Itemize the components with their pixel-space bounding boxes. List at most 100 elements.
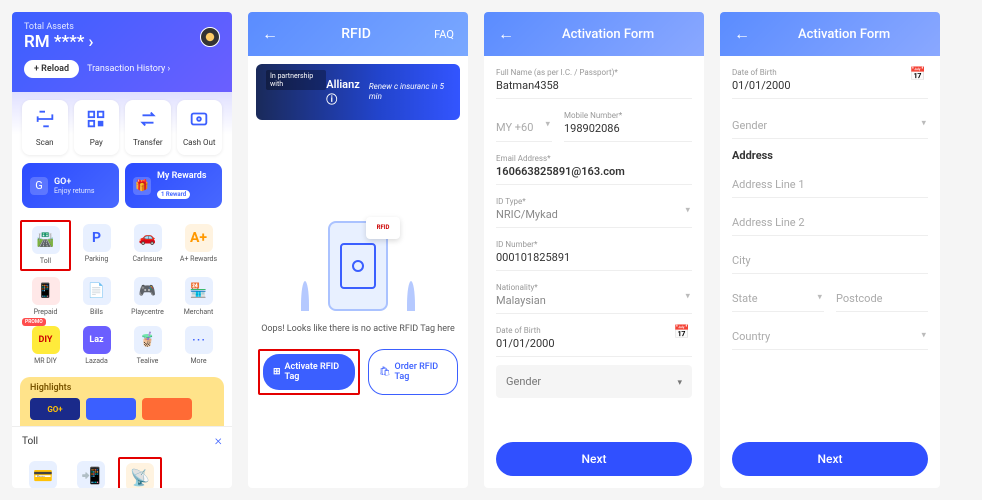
sheet-tngcard[interactable]: 💳 TNG Card — [22, 457, 64, 488]
arewards-icon: A+ — [185, 224, 213, 252]
qr-icon — [85, 108, 107, 130]
chevron-down-icon — [685, 205, 690, 216]
avatar[interactable] — [200, 27, 220, 47]
dob-field[interactable]: Date of Birth 01/01/2000 📅 — [496, 322, 692, 357]
quick-actions: Scan Pay Transfer Cash Out — [12, 92, 232, 163]
lazada-icon: Laz — [83, 326, 111, 354]
nationality-select[interactable]: Nationality* Malaysian — [496, 279, 692, 314]
highlight-card[interactable] — [142, 398, 192, 420]
cashout-icon — [188, 108, 210, 130]
transaction-history-link[interactable]: Transaction History › — [87, 64, 170, 74]
banner-tagline: Renew c insuranc in 5 min — [369, 82, 450, 101]
order-rfid-button[interactable]: 🛍 Order RFID Tag — [368, 349, 458, 395]
prepaid-icon: 📱 — [32, 277, 60, 305]
rfid-illustration: RFID — [303, 221, 413, 311]
grid-more[interactable]: ⋯ More — [173, 322, 224, 369]
country-code-select[interactable]: MY +60 — [496, 107, 552, 142]
idnumber-field[interactable]: ID Number* 000101825891 — [496, 236, 692, 271]
balance[interactable]: RM **** — [24, 32, 94, 52]
city-field[interactable]: City — [732, 244, 928, 274]
highlights-section: Highlights GO+ — [20, 377, 224, 426]
chevron-down-icon — [921, 117, 926, 128]
more-icon: ⋯ — [185, 326, 213, 354]
chevron-right-icon — [88, 32, 93, 52]
grid-merchant[interactable]: 🏪 Merchant — [173, 273, 224, 320]
banner-partner-label: In partnership with — [266, 70, 326, 90]
postcode-field[interactable]: Postcode — [836, 282, 928, 312]
chevron-down-icon — [921, 329, 926, 340]
page-title: Activation Form — [798, 27, 890, 42]
email-field[interactable]: Email Address* 160663825891@163.com — [496, 150, 692, 185]
activate-rfid-button[interactable]: ⊞ Activate RFID Tag — [263, 354, 355, 390]
back-icon[interactable]: ← — [734, 24, 750, 44]
grid-tealive[interactable]: 🧋 Tealive — [122, 322, 173, 369]
next-button[interactable]: Next — [496, 442, 692, 476]
page-title: Activation Form — [562, 27, 654, 42]
allianz-logo: Allianz ⓘ — [326, 78, 369, 107]
highlights-title: Highlights — [30, 383, 214, 393]
screen-rfid: ← RFID FAQ In partnership with Allianz ⓘ… — [248, 12, 468, 488]
grid-bills[interactable]: 📄 Bills — [71, 273, 122, 320]
gender-select[interactable]: Gender — [496, 365, 692, 398]
screen-activation-1: ← Activation Form Full Name (as per I.C.… — [484, 12, 704, 488]
grid-toll[interactable]: 🛣️ Toll — [20, 220, 71, 271]
promo-badge: PROMO — [22, 318, 46, 326]
car-icon: 🚗 — [134, 224, 162, 252]
page-title: RFID — [341, 26, 371, 42]
empty-message: Oops! Looks like there is no active RFID… — [261, 323, 455, 336]
allianz-banner[interactable]: In partnership with Allianz ⓘ Renew c in… — [256, 64, 460, 120]
screen-home: Total Assets RM **** + Reload Transactio… — [12, 12, 232, 488]
gift-icon: 🎁 — [133, 177, 151, 195]
close-icon[interactable]: × — [215, 433, 222, 449]
chevron-down-icon — [685, 291, 690, 302]
reload-button[interactable]: + Reload — [24, 60, 79, 78]
idtype-select[interactable]: ID Type* NRIC/Mykad — [496, 193, 692, 228]
address2-field[interactable]: Address Line 2 — [732, 206, 928, 236]
grid-parking[interactable]: P Parking — [71, 220, 122, 271]
address1-field[interactable]: Address Line 1 — [732, 168, 928, 198]
address-section-label: Address — [732, 149, 928, 162]
services-grid: 🛣️ Toll P Parking 🚗 CarInsure A+ A+ Rewa… — [12, 216, 232, 373]
grid-playcentre[interactable]: 🎮 Playcentre — [122, 273, 173, 320]
rfid-header: ← RFID FAQ — [248, 12, 468, 56]
state-select[interactable]: State — [732, 282, 824, 312]
transfer-icon — [137, 108, 159, 130]
pay-action[interactable]: Pay — [74, 100, 120, 155]
next-button[interactable]: Next — [732, 442, 928, 476]
back-icon[interactable]: ← — [262, 24, 278, 44]
rfid-bubble: RFID — [366, 217, 400, 239]
bills-icon: 📄 — [83, 277, 111, 305]
mobile-field[interactable]: Mobile Number* 198902086 — [564, 107, 692, 142]
grid-arewards[interactable]: A+ A+ Rewards — [173, 220, 224, 271]
scan-icon: ⊞ — [273, 367, 281, 377]
chevron-down-icon — [545, 119, 550, 130]
rfid-icon: 📡 — [126, 463, 154, 488]
sheet-rfid[interactable]: 📡 RFID — [118, 457, 162, 488]
dob-field[interactable]: Date of Birth 01/01/2000 📅 — [732, 64, 928, 99]
fullname-field[interactable]: Full Name (as per I.C. / Passport)* Batm… — [496, 64, 692, 99]
form-header: ← Activation Form — [720, 12, 940, 56]
country-select[interactable]: Country — [732, 320, 928, 350]
grid-lazada[interactable]: Laz Lazada — [71, 322, 122, 369]
sheet-title: Toll — [22, 436, 38, 447]
transfer-action[interactable]: Transfer — [125, 100, 171, 155]
cashout-action[interactable]: Cash Out — [177, 100, 223, 155]
gender-select[interactable]: Gender — [732, 107, 928, 139]
grid-mrdiy[interactable]: PROMO DIY MR DIY — [20, 322, 71, 369]
highlight-card[interactable] — [86, 398, 136, 420]
grid-carinsure[interactable]: 🚗 CarInsure — [122, 220, 173, 271]
home-header: Total Assets RM **** + Reload Transactio… — [12, 12, 232, 92]
rewards-card[interactable]: 🎁 My Rewards 1 Reward — [125, 163, 222, 208]
grid-prepaid[interactable]: 📱 Prepaid — [20, 273, 71, 320]
faq-link[interactable]: FAQ — [434, 28, 454, 41]
highlight-card[interactable]: GO+ — [30, 398, 80, 420]
back-icon[interactable]: ← — [498, 24, 514, 44]
parking-icon: P — [83, 224, 111, 252]
sheet-paydirect[interactable]: 📲 PayDirect — [70, 457, 112, 488]
go-plus-card[interactable]: G GO+ Enjoy returns — [22, 163, 119, 208]
scan-action[interactable]: Scan — [22, 100, 68, 155]
bag-icon: 🛍 — [379, 367, 390, 377]
scan-icon — [34, 108, 56, 130]
screen-activation-2: ← Activation Form Date of Birth 01/01/20… — [720, 12, 940, 488]
paydirect-icon: 📲 — [77, 461, 105, 488]
